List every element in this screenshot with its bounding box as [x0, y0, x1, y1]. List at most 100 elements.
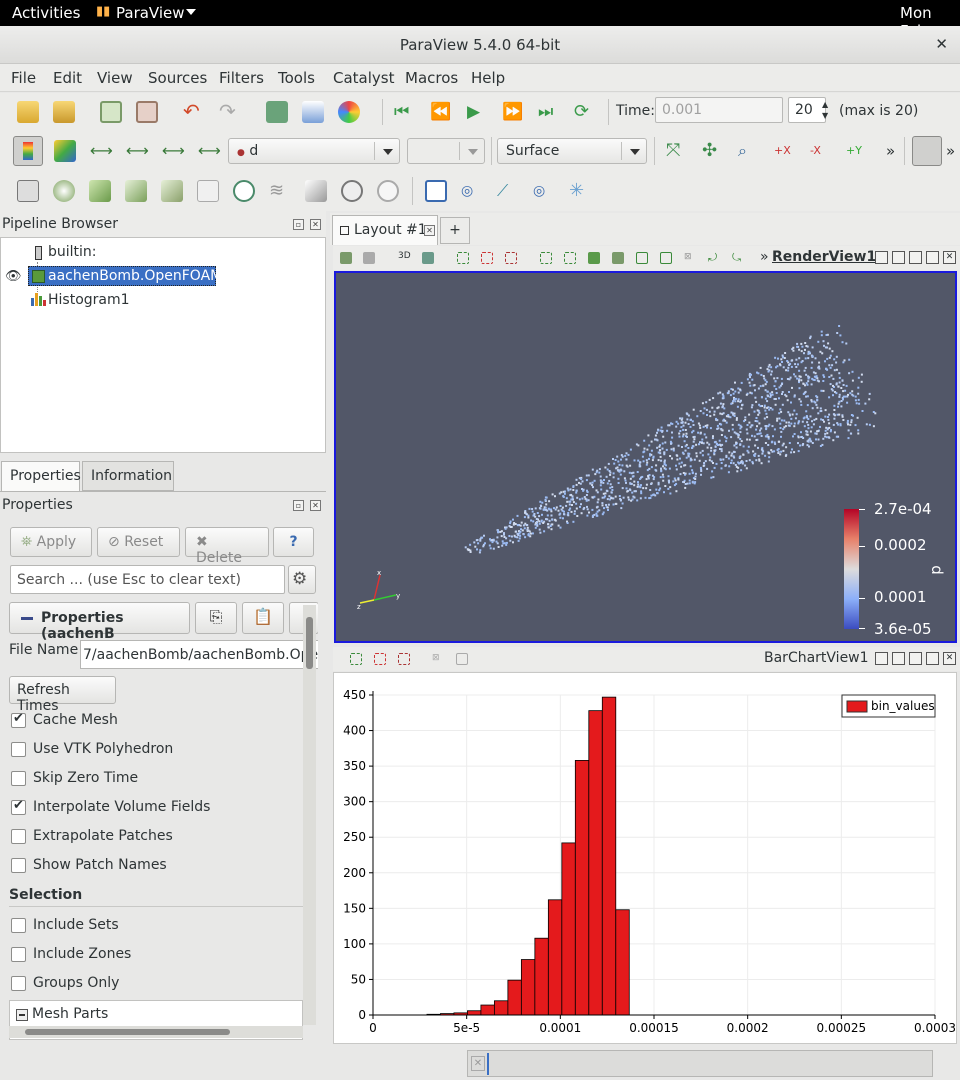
- cache-mesh-checkbox[interactable]: [11, 711, 26, 728]
- visibility-eye-icon[interactable]: 👁: [5, 269, 22, 284]
- undock-view-icon[interactable]: [926, 251, 939, 264]
- select-cells-icon[interactable]: [457, 252, 469, 264]
- menu-file[interactable]: File: [11, 69, 36, 87]
- grow-selection-icon[interactable]: ⊠: [684, 252, 696, 264]
- warp-icon[interactable]: [305, 180, 327, 202]
- stream-tracer-icon[interactable]: ≋: [269, 180, 291, 202]
- toolbar-overflow-icon[interactable]: »: [886, 142, 895, 160]
- reset-camera-icon[interactable]: ⤧: [666, 140, 688, 162]
- undock-view-icon[interactable]: [926, 652, 939, 665]
- skip-zero-time-checkbox[interactable]: [11, 771, 26, 786]
- axes-grid-toggle-icon[interactable]: [912, 136, 942, 166]
- group-datasets-icon[interactable]: [341, 180, 363, 202]
- paste-properties-icon[interactable]: 📋: [242, 602, 284, 634]
- close-panel-icon[interactable]: ✕: [310, 500, 321, 511]
- last-frame-icon[interactable]: ⏭: [538, 101, 560, 123]
- palette-icon[interactable]: [338, 101, 360, 123]
- menu-filters[interactable]: Filters: [219, 69, 264, 87]
- advanced-settings-gear-icon[interactable]: ⚙: [288, 565, 316, 594]
- clear-selection-icon[interactable]: ⤿: [732, 252, 744, 264]
- capture-camera-icon[interactable]: [340, 252, 352, 264]
- view-minus-x-icon[interactable]: -X: [810, 140, 832, 162]
- zoom-to-box-icon[interactable]: ⌕: [738, 140, 760, 162]
- split-vertical-icon[interactable]: [892, 251, 905, 264]
- scrollbar-thumb[interactable]: [25, 1029, 230, 1035]
- histogram-bar[interactable]: [480, 1004, 495, 1016]
- close-view-icon[interactable]: ✕: [943, 251, 956, 264]
- toggle-3d-button[interactable]: 3D: [398, 251, 411, 261]
- menu-help[interactable]: Help: [471, 69, 505, 87]
- chart-select-subtract-icon[interactable]: [398, 653, 410, 665]
- select-points-icon[interactable]: [481, 252, 493, 264]
- histogram-bar[interactable]: [615, 909, 630, 1016]
- auto-apply-icon[interactable]: [302, 101, 324, 123]
- mesh-parts-horizontal-scrollbar[interactable]: [9, 1026, 303, 1038]
- close-panel-icon[interactable]: ✕: [310, 219, 321, 230]
- histogram-bar[interactable]: [534, 937, 549, 1016]
- interpolate-volume-fields-checkbox[interactable]: [11, 798, 26, 815]
- threshold-icon[interactable]: [161, 180, 183, 202]
- hover-cells-icon[interactable]: [660, 252, 672, 264]
- loop-icon[interactable]: ⟳: [574, 101, 596, 123]
- rescale-temporal-icon[interactable]: ⟷: [162, 140, 185, 162]
- timestep-spin-arrows-icon[interactable]: ▲ ▼: [822, 99, 828, 121]
- component-select[interactable]: [407, 138, 485, 164]
- render-view-canvas[interactable]: x y z 2.7e-04 0.0002 0.0001 3.6e-05 d: [334, 271, 957, 643]
- time-value-field[interactable]: 0.001: [655, 97, 783, 123]
- contour-icon[interactable]: [53, 180, 75, 202]
- shrink-selection-icon[interactable]: ⤾: [708, 252, 720, 264]
- select-polygon-icon[interactable]: [588, 252, 600, 264]
- reset-button[interactable]: ⊘ Reset: [97, 527, 180, 557]
- histogram-bar[interactable]: [561, 842, 576, 1016]
- plot-data-over-time-icon[interactable]: ◎: [533, 180, 555, 202]
- connect-icon[interactable]: [100, 101, 122, 123]
- zoom-to-data-icon[interactable]: ✣: [702, 140, 724, 162]
- chart-clear-selection-icon[interactable]: [456, 653, 468, 665]
- renderview-toolbar-overflow-icon[interactable]: »: [760, 249, 769, 265]
- file-name-field[interactable]: 7/aachenBomb/aachenBomb.Open: [80, 640, 318, 669]
- scrollbar-thumb[interactable]: [306, 617, 313, 669]
- copy-properties-icon[interactable]: ⎘: [195, 602, 237, 634]
- redo-icon[interactable]: ↷: [219, 101, 241, 123]
- interactive-select-icon[interactable]: [612, 252, 624, 264]
- close-layout-icon[interactable]: ✕: [424, 225, 435, 236]
- select-cells-through-icon[interactable]: [540, 252, 552, 264]
- open-file-icon[interactable]: [17, 101, 39, 123]
- activities-button[interactable]: Activities: [12, 4, 80, 22]
- window-close-icon[interactable]: ✕: [935, 35, 948, 53]
- use-vtk-polyhedron-checkbox[interactable]: [11, 742, 26, 757]
- rescale-visible-icon[interactable]: ⟷: [198, 140, 221, 162]
- reset-session-icon[interactable]: [266, 101, 288, 123]
- slice-icon[interactable]: [125, 180, 147, 202]
- split-horizontal-icon[interactable]: [875, 251, 888, 264]
- menu-tools[interactable]: Tools: [278, 69, 315, 87]
- help-button[interactable]: ?: [273, 527, 314, 557]
- extrapolate-patches-checkbox[interactable]: [11, 829, 26, 844]
- chart-select-add-icon[interactable]: [374, 653, 386, 665]
- extract-subset-icon[interactable]: [197, 180, 219, 202]
- include-sets-checkbox[interactable]: [11, 918, 26, 933]
- chart-legend[interactable]: bin_values: [841, 694, 936, 718]
- next-frame-icon[interactable]: ⏩: [502, 101, 524, 123]
- undock-icon[interactable]: ▫: [293, 219, 304, 230]
- select-frustum-icon[interactable]: [505, 252, 517, 264]
- undock-icon[interactable]: ▫: [293, 500, 304, 511]
- tab-properties[interactable]: Properties: [1, 461, 81, 491]
- clip-icon[interactable]: [89, 180, 111, 202]
- first-frame-icon[interactable]: ⏮: [394, 101, 416, 123]
- tab-information[interactable]: Information: [82, 461, 174, 491]
- calculator-icon[interactable]: [17, 180, 39, 202]
- menu-edit[interactable]: Edit: [53, 69, 82, 87]
- new-layout-button[interactable]: +: [440, 217, 470, 244]
- pipeline-item-aachenbomb[interactable]: aachenBomb.OpenFOAM: [28, 266, 222, 286]
- timestep-spinbox[interactable]: 20: [788, 97, 826, 123]
- histogram-bar[interactable]: [520, 959, 536, 1016]
- apply-button[interactable]: ⛯ Apply: [10, 527, 92, 557]
- maximize-view-icon[interactable]: [909, 652, 922, 665]
- color-map-editor-icon[interactable]: [54, 140, 76, 162]
- plot-over-line-icon[interactable]: ⟋: [497, 180, 519, 202]
- split-horizontal-icon[interactable]: [875, 652, 888, 665]
- menu-sources[interactable]: Sources: [148, 69, 207, 87]
- pipeline-item-builtin[interactable]: builtin:: [48, 244, 97, 260]
- toolbar-overflow-icon-2[interactable]: »: [946, 142, 955, 160]
